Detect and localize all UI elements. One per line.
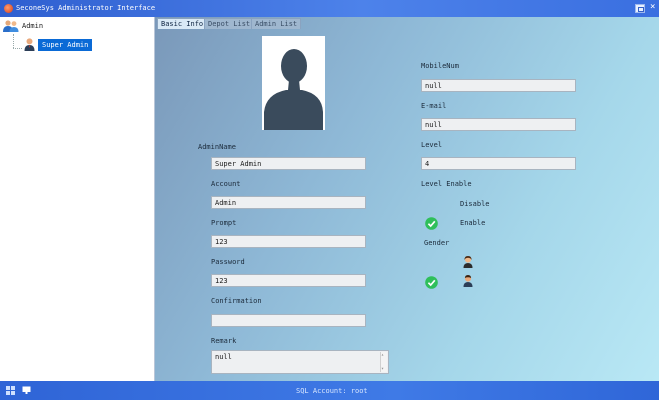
- tree-connector: [13, 48, 22, 49]
- gender-label: Gender: [424, 239, 450, 247]
- account-input[interactable]: Admin: [211, 196, 366, 209]
- disable-option-label[interactable]: Disable: [460, 200, 490, 208]
- close-window-button[interactable]: ×: [650, 2, 655, 12]
- monitor-icon[interactable]: [22, 386, 31, 395]
- tab-depot-list[interactable]: Depot List: [204, 18, 255, 29]
- tab-basic-info[interactable]: Basic Info: [157, 18, 208, 29]
- female-icon[interactable]: [463, 256, 473, 268]
- enable-option-label[interactable]: Enable: [460, 219, 485, 227]
- person-icon: [24, 38, 35, 51]
- tree-child-label: Super Admin: [38, 39, 93, 51]
- email-input[interactable]: null: [421, 118, 576, 131]
- tab-admin-list[interactable]: Admin List: [251, 18, 302, 29]
- users-icon: [3, 20, 19, 32]
- tree-root-label: Admin: [22, 22, 44, 30]
- remark-scrollbar[interactable]: [380, 352, 387, 372]
- admin-tree: Admin Super Admin: [0, 17, 155, 381]
- password-label: Password: [211, 258, 245, 266]
- user-silhouette-icon: [264, 49, 323, 130]
- male-icon[interactable]: [463, 275, 473, 287]
- confirmation-label: Confirmation: [211, 297, 262, 305]
- status-bar: SQL Account: root: [0, 381, 659, 400]
- basic-info-panel: Basic Info Depot List Admin List AdminNa…: [155, 17, 659, 381]
- password-input[interactable]: 123: [211, 274, 366, 287]
- enable-check-icon[interactable]: [425, 217, 438, 230]
- grid-menu-icon[interactable]: [6, 386, 15, 395]
- title-bar: SeconeSys Administrator Interface ×: [0, 0, 659, 17]
- tab-strip: Basic Info Depot List Admin List: [155, 17, 659, 29]
- remark-label: Remark: [211, 337, 237, 345]
- male-check-icon[interactable]: [425, 276, 438, 289]
- avatar: [262, 36, 325, 130]
- prompt-label: Prompt: [211, 219, 237, 227]
- level-enable-label: Level Enable: [421, 180, 472, 188]
- prompt-input[interactable]: 123: [211, 235, 366, 248]
- admin-name-label: AdminName: [198, 143, 236, 151]
- account-label: Account: [211, 180, 241, 188]
- mobile-label: MobileNum: [421, 62, 459, 70]
- app-logo-icon: [4, 4, 13, 13]
- admin-name-input[interactable]: Super Admin: [211, 157, 366, 170]
- remark-textarea[interactable]: null: [211, 350, 389, 374]
- confirmation-input[interactable]: [211, 314, 366, 327]
- remark-text: null: [215, 353, 232, 361]
- level-input[interactable]: 4: [421, 157, 576, 170]
- sql-account-status: SQL Account: root: [296, 387, 368, 395]
- restore-window-button[interactable]: [635, 4, 645, 13]
- tree-connector: [13, 34, 14, 48]
- level-label: Level: [421, 141, 443, 149]
- window-title: SeconeSys Administrator Interface: [16, 4, 156, 12]
- mobile-input[interactable]: null: [421, 79, 576, 92]
- email-label: E-mail: [421, 102, 447, 110]
